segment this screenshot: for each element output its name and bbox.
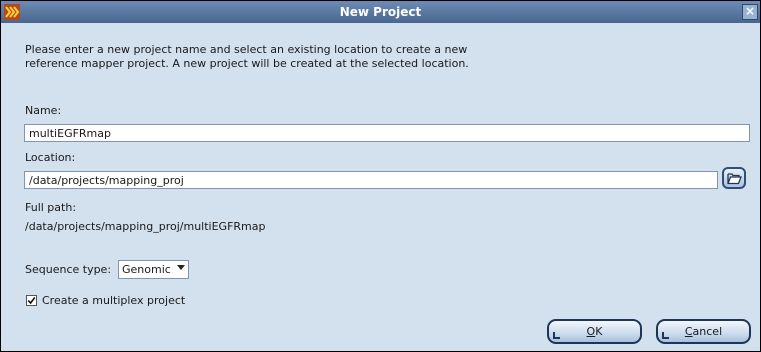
multiplex-label: Create a multiplex project [42, 294, 186, 307]
sequence-type-label: Sequence type: [25, 263, 112, 276]
multiplex-checkbox[interactable] [26, 295, 37, 306]
button-corner-icon [553, 332, 560, 339]
button-corner-icon [662, 332, 669, 339]
ok-button[interactable]: OK [547, 319, 642, 344]
intro-text-line-2: reference mapper project. A new project … [25, 57, 469, 70]
window-title: New Project [339, 5, 422, 19]
cancel-mnemonic: C [684, 325, 693, 338]
intro-text-line-1: Please enter a new project name and sele… [25, 43, 468, 56]
full-path-value: /data/projects/mapping_proj/multiEGFRmap [25, 220, 266, 233]
title-bar[interactable]: New Project × [1, 1, 760, 23]
close-button[interactable]: × [742, 4, 758, 20]
sequence-type-value: Genomic [122, 263, 171, 276]
browse-location-button[interactable] [722, 167, 746, 189]
ok-label: K [595, 325, 603, 338]
cancel-label: ancel [692, 325, 723, 338]
location-input[interactable]: /data/projects/mapping_proj [24, 171, 718, 189]
project-name-input[interactable]: multiEGFRmap [24, 124, 750, 142]
location-label: Location: [25, 151, 76, 164]
sequence-type-select[interactable]: Genomic [118, 260, 189, 279]
cancel-button[interactable]: Cancel [656, 319, 751, 344]
name-label: Name: [25, 104, 62, 117]
full-path-label: Full path: [25, 201, 77, 214]
ok-mnemonic: O [586, 325, 596, 338]
new-project-dialog: New Project × Please enter a new project… [0, 0, 761, 352]
chevron-down-icon [177, 265, 185, 270]
checkmark-icon [27, 297, 36, 305]
